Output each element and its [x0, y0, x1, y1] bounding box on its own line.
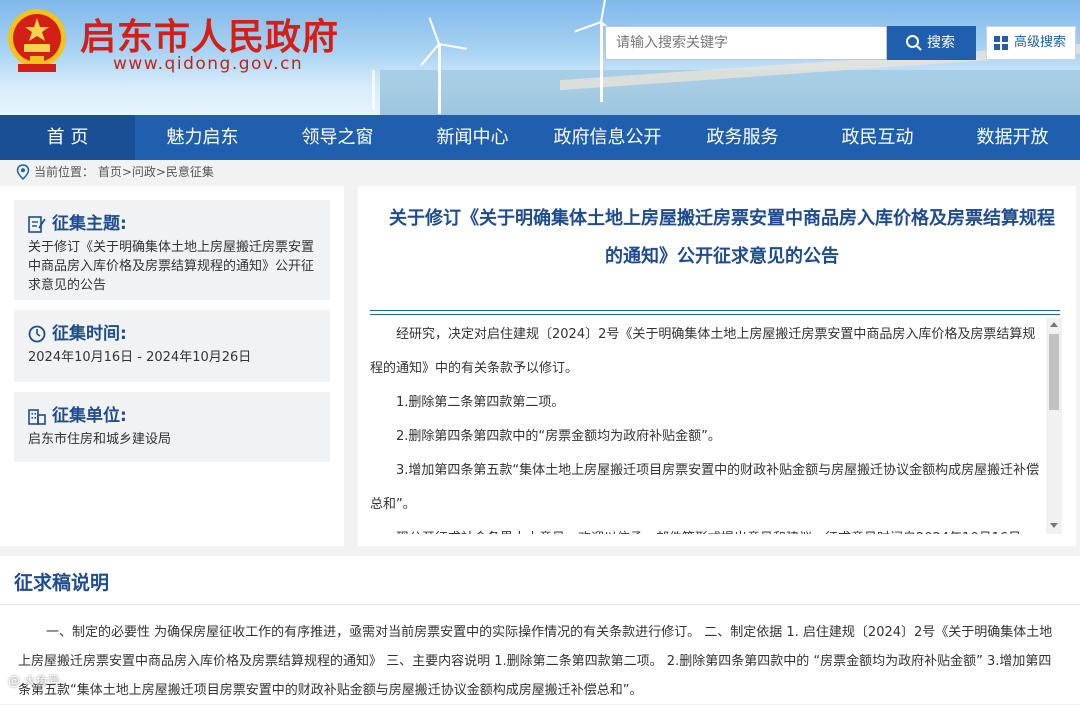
- nav-item-open-data[interactable]: 数据开放: [945, 115, 1080, 160]
- scroll-down-arrow-icon[interactable]: [1050, 523, 1058, 528]
- building-icon: [28, 409, 46, 425]
- topic-card: 征集主题: 关于修订《关于明确集体土地上房屋搬迁房票安置中商品房入库价格及房票结…: [14, 200, 330, 300]
- article-paragraph: 经研究，决定对启住建规〔2024〕2号《关于明确集体土地上房屋搬迁房票安置中商品…: [370, 327, 1036, 376]
- title-divider-bottom: [370, 314, 1060, 315]
- time-label: 征集时间:: [52, 324, 127, 344]
- advanced-search-label: 高级搜索: [1014, 35, 1067, 50]
- topic-heading: 征集主题:: [28, 212, 316, 236]
- clock-icon: [28, 325, 46, 343]
- national-emblem-icon: [8, 9, 66, 72]
- time-value: 2024年10月16日 - 2024年10月26日: [28, 350, 252, 365]
- nav-item-news[interactable]: 新闻中心: [405, 115, 540, 160]
- explanation-title: 征求稿说明: [14, 572, 110, 594]
- scroll-up-arrow-icon[interactable]: [1050, 322, 1058, 327]
- search-button[interactable]: 搜索: [887, 26, 976, 60]
- article-paragraph: 3.增加第四条第五款“集体土地上房屋搬迁项目房票安置中的财政补贴金额与房屋搬迁协…: [370, 463, 1040, 512]
- nav-item-interaction[interactable]: 政民互动: [810, 115, 945, 160]
- time-heading: 征集时间:: [28, 322, 316, 346]
- scrollbar-thumb[interactable]: [1049, 334, 1059, 410]
- topic-value: 关于修订《关于明确集体土地上房屋搬迁房票安置中商品房入库价格及房票结算规程的通知…: [28, 240, 315, 293]
- location-pin-icon: [16, 164, 30, 180]
- article-paragraph: 1.删除第二条第四款第二项。: [396, 395, 565, 410]
- article-title: 关于修订《关于明确集体土地上房屋搬迁房票安置中商品房入库价格及房票结算规程的通知…: [389, 208, 1055, 267]
- search-button-label: 搜索: [927, 35, 955, 51]
- grid-icon: [994, 36, 1008, 50]
- nav-item-home[interactable]: 首 页: [0, 115, 135, 160]
- unit-value: 启东市住房和城乡建设局: [28, 432, 172, 447]
- left-info-panel: 征集主题: 关于修订《关于明确集体土地上房屋搬迁房票安置中商品房入库价格及房票结…: [0, 186, 344, 546]
- search-input[interactable]: 请输入搜索关键字: [605, 26, 887, 60]
- unit-card: 征集单位: 启东市住房和城乡建设局: [14, 392, 330, 462]
- breadcrumb-text[interactable]: 当前位置： 首页>问政>民意征集: [34, 165, 214, 179]
- article-body: 经研究，决定对启住建规〔2024〕2号《关于明确集体土地上房屋搬迁房票安置中商品…: [370, 318, 1042, 534]
- topic-label: 征集主题:: [52, 214, 127, 234]
- time-card: 征集时间: 2024年10月16日 - 2024年10月26日: [14, 310, 330, 382]
- article-paragraph: 2.删除第四条第四款中的“房票金额均为政府补贴金额”。: [396, 429, 721, 444]
- nav-item-leaders[interactable]: 领导之窗: [270, 115, 405, 160]
- site-url: www.qidong.gov.cn: [113, 54, 304, 74]
- watermark-text: @ 大鱼号: [8, 674, 60, 688]
- nav-item-services[interactable]: 政务服务: [675, 115, 810, 160]
- unit-label: 征集单位:: [52, 406, 127, 426]
- explanation-section: 征求稿说明 一、制定的必要性 为确保房屋征收工作的有序推进，亟需对当前房票安置中…: [0, 556, 1080, 704]
- site-title[interactable]: 启东市人民政府: [80, 8, 339, 60]
- search-icon: [906, 35, 922, 51]
- nav-item-gov-info[interactable]: 政府信息公开: [540, 115, 675, 160]
- breadcrumb: 当前位置： 首页>问政>民意征集: [16, 160, 214, 184]
- unit-heading: 征集单位:: [28, 404, 316, 428]
- title-divider-top: [370, 310, 1060, 311]
- site-header: 启东市人民政府 www.qidong.gov.cn 请输入搜索关键字 搜索 高级…: [0, 0, 1080, 115]
- advanced-search-button[interactable]: 高级搜索: [986, 26, 1076, 60]
- document-edit-icon: [28, 216, 46, 233]
- explanation-body: 一、制定的必要性 为确保房屋征收工作的有序推进，亟需对当前房票安置中的实际操作情…: [18, 625, 1053, 698]
- main-nav: 首 页 魅力启东 领导之窗 新闻中心 政府信息公开 政务服务 政民互动 数据开放: [0, 115, 1080, 160]
- nav-item-charm-qidong[interactable]: 魅力启东: [135, 115, 270, 160]
- explanation-divider: [0, 604, 1080, 605]
- article-paragraph: 现公开征求社会各界人士意见，欢迎以信函、邮件等形式提出意见和建议，征求意见时间自…: [370, 522, 1042, 534]
- article-panel: 关于修订《关于明确集体土地上房屋搬迁房票安置中商品房入库价格及房票结算规程的通知…: [358, 186, 1076, 546]
- article-scrollbar[interactable]: [1046, 318, 1062, 534]
